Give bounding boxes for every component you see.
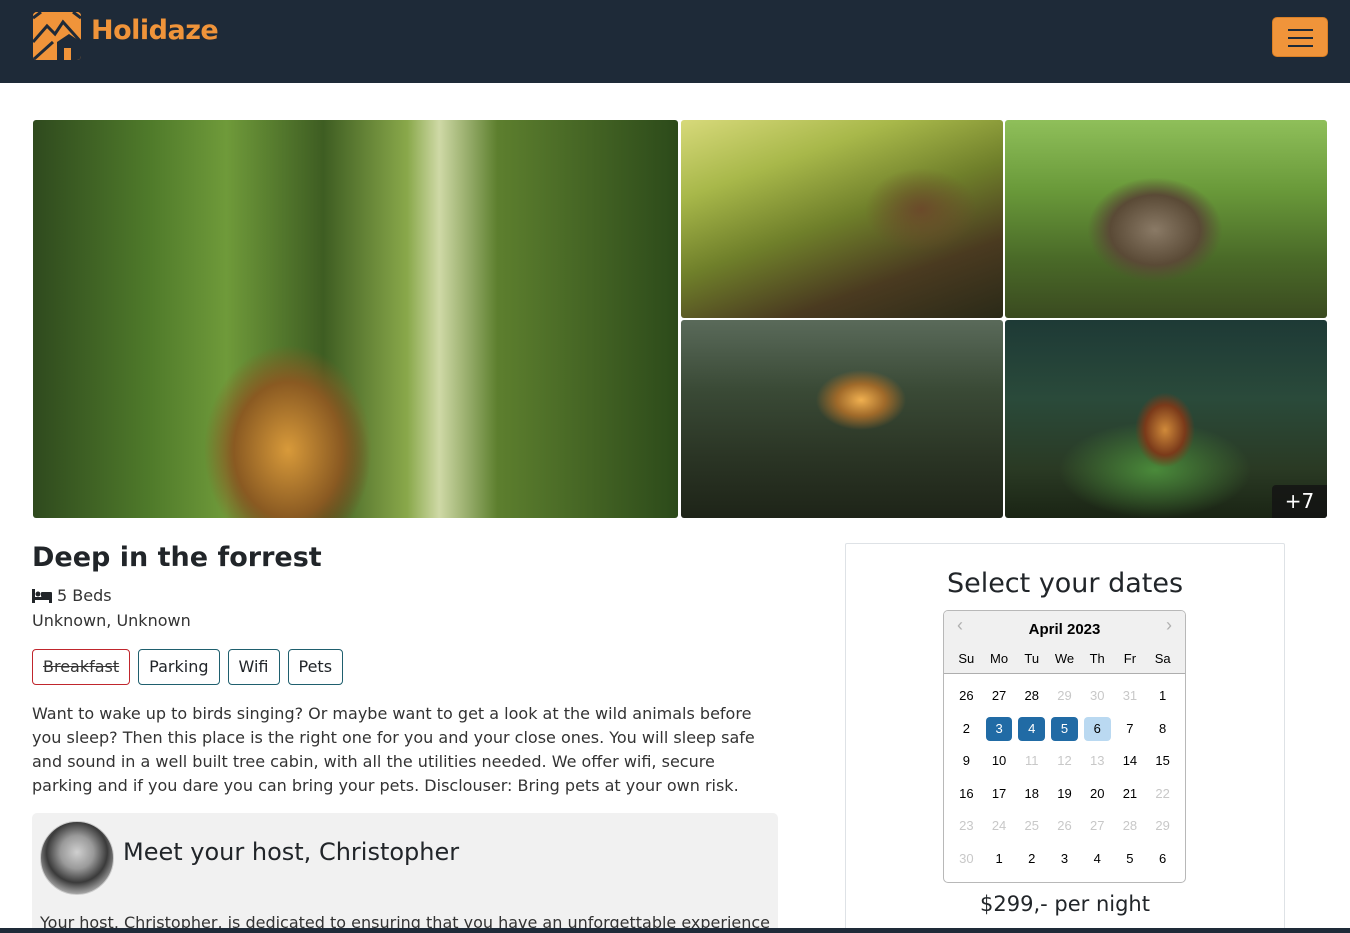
beds-info: 5 Beds bbox=[32, 586, 112, 605]
beds-count: 5 Beds bbox=[57, 586, 112, 605]
price-per-night: $299,- per night bbox=[980, 892, 1150, 916]
weekday-label: Th bbox=[1089, 651, 1105, 666]
calendar-day: 26 bbox=[1057, 818, 1072, 833]
listing-description: Want to wake up to birds singing? Or may… bbox=[32, 704, 755, 795]
calendar-day[interactable]: 28 bbox=[1018, 684, 1045, 708]
date-picker-header: ‹ April 2023 › Su Mo Tu We Th Fr Sa bbox=[944, 611, 1185, 674]
calendar-day[interactable]: 21 bbox=[1117, 782, 1144, 806]
calendar-day[interactable]: 5 bbox=[1051, 716, 1078, 741]
calendar-day[interactable]: 16 bbox=[953, 782, 980, 806]
calendar-day[interactable]: 2 bbox=[1018, 847, 1045, 871]
calendar-day[interactable]: 2 bbox=[953, 717, 980, 741]
weekday-label: Mo bbox=[990, 651, 1009, 666]
calendar-day[interactable]: 18 bbox=[1018, 782, 1045, 806]
host-title: Meet your host, Christopher bbox=[123, 838, 460, 866]
booking-title: Select your dates bbox=[946, 568, 1184, 599]
calendar-day[interactable]: 20 bbox=[1084, 782, 1111, 806]
calendar-day[interactable]: 17 bbox=[986, 782, 1013, 806]
booking-card: Select your dates ‹ April 2023 › Su Mo Tu W… bbox=[845, 543, 1285, 933]
calendar-day[interactable]: 4 bbox=[1084, 847, 1111, 871]
navbar: Holidaze bbox=[0, 0, 1350, 83]
month-label: April 2023 bbox=[1028, 621, 1101, 638]
amenity-tags: Breakfast Parking Wifi Pets bbox=[32, 649, 344, 685]
calendar-day: 12 bbox=[1057, 753, 1072, 768]
calendar-day[interactable]: 3 bbox=[1051, 847, 1078, 871]
weekday-label: We bbox=[1054, 651, 1075, 666]
location: Unknown, Unknown bbox=[32, 611, 191, 630]
gallery-photo[interactable]: +7 bbox=[1005, 320, 1327, 518]
host-section: Meet your host, Christopher Your host, C… bbox=[32, 813, 778, 933]
calendar-day[interactable]: 10 bbox=[986, 749, 1013, 773]
hamburger-icon bbox=[1288, 29, 1313, 31]
calendar-day: 29 bbox=[1057, 688, 1072, 703]
calendar-day[interactable]: 6 bbox=[1083, 716, 1111, 741]
calendar-day[interactable]: 27 bbox=[986, 684, 1013, 708]
brand-name[interactable]: Holidaze bbox=[91, 15, 219, 46]
calendar-day[interactable]: 3 bbox=[985, 716, 1013, 741]
weekday-label: Tu bbox=[1024, 651, 1040, 666]
tag-wifi: Wifi bbox=[227, 649, 280, 685]
menu-button[interactable] bbox=[1272, 17, 1328, 57]
calendar-day: 31 bbox=[1122, 688, 1138, 703]
gallery-photo[interactable] bbox=[681, 120, 1003, 318]
gallery-main-photo[interactable] bbox=[33, 120, 678, 518]
gallery-photo[interactable] bbox=[681, 320, 1003, 518]
weekday-label: Fr bbox=[1123, 651, 1137, 666]
bed-icon bbox=[32, 588, 52, 603]
calendar-day[interactable]: 7 bbox=[1117, 717, 1144, 741]
calendar-day: 30 bbox=[1089, 688, 1105, 703]
calendar-day: 24 bbox=[991, 818, 1007, 833]
calendar-day[interactable]: 5 bbox=[1117, 847, 1144, 871]
calendar-day: 28 bbox=[1122, 818, 1138, 833]
avatar bbox=[40, 821, 114, 895]
weekday-label: Sa bbox=[1154, 651, 1171, 666]
listing-title: Deep in the forrest bbox=[32, 542, 322, 573]
calendar-day[interactable]: 1 bbox=[1149, 684, 1176, 708]
calendar-day[interactable]: 4 bbox=[1018, 716, 1046, 741]
chevron-right-icon[interactable]: › bbox=[1166, 615, 1172, 636]
calendar-day: 29 bbox=[1155, 818, 1170, 833]
calendar-day: 27 bbox=[1089, 818, 1105, 833]
calendar-day[interactable]: 26 bbox=[953, 684, 980, 708]
calendar-day[interactable]: 14 bbox=[1117, 749, 1144, 773]
calendar-day: 22 bbox=[1155, 785, 1170, 801]
weekday-label: Su bbox=[958, 651, 975, 666]
weekday-row: Su Mo Tu We Th Fr Sa bbox=[950, 651, 1179, 666]
date-picker: ‹ April 2023 › Su Mo Tu We Th Fr Sa 26 27 28 29 30… bbox=[943, 610, 1186, 883]
calendar-day[interactable]: 19 bbox=[1051, 782, 1078, 806]
calendar-day: 11 bbox=[1025, 753, 1039, 768]
calendar-day: 25 bbox=[1024, 818, 1040, 833]
calendar-day[interactable]: 9 bbox=[953, 749, 980, 773]
tag-breakfast: Breakfast bbox=[32, 649, 131, 685]
gallery-photo[interactable] bbox=[1005, 120, 1327, 318]
more-photos-badge[interactable]: +7 bbox=[1272, 485, 1327, 518]
calendar-day: 30 bbox=[959, 850, 974, 866]
calendar-day[interactable]: 1 bbox=[986, 847, 1013, 871]
calendar-day: 13 bbox=[1089, 753, 1105, 768]
calendar-day[interactable]: 8 bbox=[1149, 717, 1176, 741]
calendar-day[interactable]: 6 bbox=[1149, 847, 1176, 871]
tag-pets: Pets bbox=[287, 649, 344, 685]
mountain-house-icon[interactable] bbox=[33, 12, 81, 60]
day-grid: 26 27 28 29 30 31 1 2 3 4 5 6 7 8 9 10 11 12 13 14 15 16 17 18 1… bbox=[950, 684, 1179, 871]
calendar-day[interactable]: 15 bbox=[1149, 749, 1176, 773]
bottom-bar bbox=[0, 928, 1350, 933]
tag-parking: Parking bbox=[138, 649, 220, 685]
calendar-day: 23 bbox=[959, 818, 974, 833]
